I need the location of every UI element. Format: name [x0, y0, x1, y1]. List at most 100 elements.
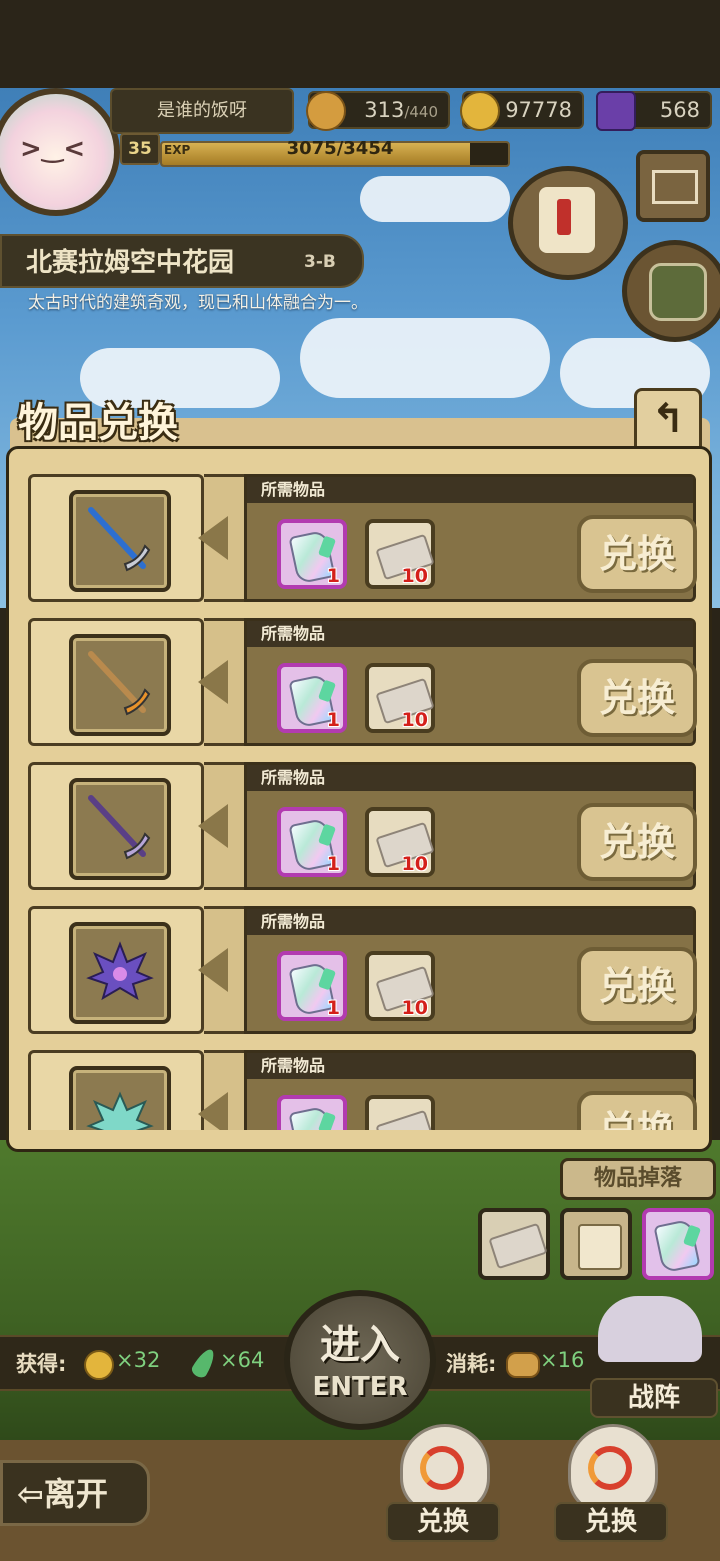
map-button[interactable]	[508, 166, 628, 280]
stage-description: 太古时代的建筑奇观，现已和山体融合为一。	[28, 293, 368, 313]
leave-button[interactable]: ⇦离开	[0, 1460, 150, 1526]
stone-count: 10	[401, 709, 428, 731]
stone-requirement[interactable]	[365, 1095, 435, 1130]
crystal-requirement[interactable]: 1	[277, 519, 347, 589]
stone-requirement[interactable]: 10	[365, 663, 435, 733]
stone-requirement[interactable]: 10	[365, 519, 435, 589]
bag-icon	[649, 263, 707, 321]
enter-label-en: ENTER	[312, 1372, 408, 1402]
stone-count: 10	[401, 853, 428, 875]
bread-icon	[506, 1352, 540, 1378]
cloud	[300, 318, 550, 398]
green-crystal-crown-icon	[86, 1091, 154, 1130]
reward-item-slot[interactable]	[69, 922, 171, 1024]
reward-item-slot[interactable]	[69, 634, 171, 736]
exchange-button[interactable]: 兑换	[577, 947, 697, 1025]
stamina-value: 313/440	[364, 98, 438, 122]
player-name: 是谁的饭呀	[110, 88, 294, 134]
item-drops-label: 物品掉落	[560, 1158, 716, 1200]
drop-scroll[interactable]	[560, 1208, 632, 1280]
feather-gain: ×64	[220, 1348, 265, 1372]
exchange-row: 所需物品 1 10 兑换	[28, 470, 697, 604]
reward-card	[28, 906, 204, 1034]
reward-card	[28, 618, 204, 746]
formation-characters-icon	[598, 1296, 702, 1362]
scroll-icon	[578, 1224, 622, 1270]
reward-item-slot[interactable]	[69, 490, 171, 592]
wooden-pickaxe-icon	[88, 651, 151, 716]
leave-arrow-icon: ⇦	[17, 1475, 44, 1513]
stone-icon	[375, 1109, 435, 1130]
mail-button[interactable]	[636, 150, 710, 222]
cloud	[360, 176, 510, 222]
enter-label-cn: 进入	[320, 1322, 400, 1368]
bread-icon	[306, 91, 346, 131]
leave-label: 离开	[43, 1475, 108, 1513]
crystal-count: 1	[326, 565, 340, 587]
inventory-bag-button[interactable]	[622, 240, 720, 342]
requirement-panel: 所需物品 兑换	[244, 1050, 697, 1130]
cost-label: 消耗:	[446, 1352, 497, 1376]
crystal-count: 1	[326, 997, 340, 1019]
requirement-panel: 所需物品 1 10 兑换	[244, 762, 697, 890]
arrow-left-icon	[198, 660, 228, 704]
stamina-counter[interactable]: 313/440	[306, 91, 450, 131]
requirement-panel: 所需物品 1 10 兑换	[244, 474, 697, 602]
exchange-button[interactable]: 兑换	[577, 515, 697, 593]
stone-count: 10	[401, 997, 428, 1019]
required-items-label: 所需物品	[247, 765, 693, 791]
exchange-row: 所需物品 1 10 兑换	[28, 902, 697, 1036]
back-button[interactable]: ↰	[634, 388, 702, 454]
required-items-label: 所需物品	[247, 477, 693, 503]
reward-card	[28, 1050, 204, 1130]
purple-pickaxe-icon	[88, 795, 151, 860]
exchange-button[interactable]: 兑换	[577, 803, 697, 881]
crystal-requirement[interactable]: 1	[277, 807, 347, 877]
reward-card	[28, 474, 204, 602]
gold-gain: ×32	[116, 1348, 161, 1372]
blue-pickaxe-icon	[88, 507, 151, 572]
top-bar-background	[0, 0, 720, 90]
exp-label: EXP	[164, 143, 191, 157]
stone-icon	[488, 1222, 548, 1270]
crystal-crown-icon	[86, 941, 154, 1001]
gain-label: 获得:	[16, 1352, 67, 1376]
arrow-left-icon	[198, 516, 228, 560]
map-exclamation-icon	[557, 199, 571, 235]
panel-title: 物品兑换	[18, 400, 178, 446]
stone-requirement[interactable]: 10	[365, 951, 435, 1021]
gold-value: 97778	[505, 98, 572, 122]
gold-counter[interactable]: 97778	[460, 91, 584, 131]
exchange-swirl-icon	[420, 1446, 464, 1490]
stage-title: 北赛拉姆空中花园	[26, 248, 235, 278]
exchange-bag-button-2[interactable]: 兑换	[554, 1420, 668, 1542]
requirement-panel: 所需物品 1 10 兑换	[244, 906, 697, 1034]
crystal-count: 1	[326, 709, 340, 731]
exchange-button[interactable]: 兑换	[577, 659, 697, 737]
exchange-bag-button-1[interactable]: 兑换	[386, 1420, 500, 1542]
stone-requirement[interactable]: 10	[365, 807, 435, 877]
exchange-row: 所需物品 兑换	[28, 1046, 697, 1130]
drop-crystal[interactable]	[642, 1208, 714, 1280]
exp-text: 3075/3454	[286, 138, 394, 159]
drop-stone[interactable]	[478, 1208, 550, 1280]
exchange-row: 所需物品 1 10 兑换	[28, 758, 697, 892]
requirement-panel: 所需物品 1 10 兑换	[244, 618, 697, 746]
purple-gem-icon	[596, 91, 636, 131]
stone-count: 10	[401, 565, 428, 587]
back-arrow-icon: ↰	[651, 396, 685, 442]
exchange-list[interactable]: 所需物品 1 10 兑换 所需物品 1 10 兑换 所需物品 1 10 兑换 所…	[20, 462, 700, 1130]
reward-item-slot[interactable]	[69, 1066, 171, 1130]
required-items-label: 所需物品	[247, 621, 693, 647]
crystal-requirement[interactable]: 1	[277, 663, 347, 733]
arrow-left-icon	[198, 948, 228, 992]
reward-item-slot[interactable]	[69, 778, 171, 880]
crystal-requirement[interactable]	[277, 1095, 347, 1130]
reward-card	[28, 762, 204, 890]
gem-counter[interactable]: 568	[596, 91, 712, 131]
arrow-left-icon	[198, 1092, 228, 1130]
exchange-button[interactable]: 兑换	[577, 1091, 697, 1130]
formation-label: 战阵	[590, 1378, 718, 1418]
crystal-requirement[interactable]: 1	[277, 951, 347, 1021]
avatar-face: >‿<	[20, 134, 86, 164]
